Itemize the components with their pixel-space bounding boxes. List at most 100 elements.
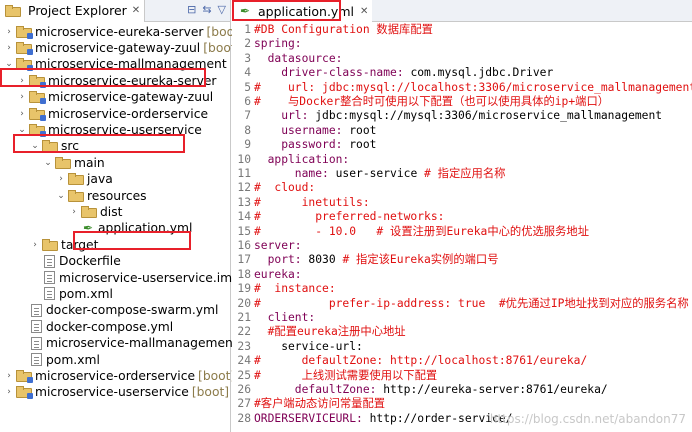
code-line: 5 # url: jdbc:mysql://localhost:3306/micr… <box>232 81 692 95</box>
expand-arrow-icon[interactable]: › <box>4 43 14 53</box>
project-explorer-title: Project Explorer <box>28 3 127 18</box>
tree-item-label: resources <box>87 188 147 203</box>
tree-item[interactable]: › microservice-gateway-zuul <box>17 89 213 106</box>
folder-icon <box>42 238 58 251</box>
line-number: 13 <box>237 195 251 209</box>
code-token: name: <box>254 167 336 180</box>
tree-item[interactable]: docker-compose-swarm.yml <box>17 302 218 319</box>
code-line: 17 port: 8030 # 指定该Eureka实例的端口号 <box>232 253 692 267</box>
line-number: 8 <box>244 123 251 137</box>
code-token: password: <box>254 138 350 152</box>
code-line: 10 application: <box>232 153 692 167</box>
line-number: 11 <box>237 167 251 180</box>
link-editor-icon[interactable]: ⇆ <box>202 3 211 16</box>
code-line: 16 server: <box>232 239 692 253</box>
tree-item[interactable]: ⌄ resources <box>56 187 147 204</box>
line-text: username: root <box>254 124 376 138</box>
collapse-all-icon[interactable]: ⊟ <box>187 3 196 16</box>
code-line: 1 #DB Configuration 数据库配置 <box>232 23 692 37</box>
tree-item[interactable]: › microservice-orderservice [boot] <box>4 367 235 384</box>
tree-item[interactable]: › microservice-orderservice <box>17 105 208 122</box>
tree-item-label: java <box>87 172 113 187</box>
folder-icon <box>55 156 71 169</box>
line-number: 21 <box>237 311 251 324</box>
code-token: jdbc:mysql://mysql:3306/microservice_mal… <box>315 109 663 123</box>
file-icon <box>44 287 55 301</box>
code-token: # instance: <box>254 282 336 296</box>
code-line: 2 spring: <box>232 37 692 51</box>
code-token: 8030 <box>308 253 343 267</box>
line-number: 23 <box>237 339 251 353</box>
file-icon <box>44 254 55 268</box>
boot-badge: [boot] <box>191 385 230 400</box>
code-token: server: <box>254 239 302 252</box>
line-number: 22 <box>237 325 251 339</box>
tree-item-label: pom.xml <box>59 286 113 301</box>
line-text: # - 10.0 # 设置注册到Eureka中心的优选服务地址 <box>254 225 589 239</box>
highlight-editor-tab <box>232 0 341 21</box>
project-folder-icon <box>16 369 33 383</box>
line-number: 7 <box>244 109 251 123</box>
view-menu-icon[interactable]: ▽ <box>218 3 226 16</box>
code-token: # 指定该Eureka实例的端口号 <box>342 253 499 267</box>
project-explorer-panel: Project Explorer ✕ ⊟ ⇆ ▽ › microservice-e… <box>0 0 260 432</box>
code-token: # prefer-ip-address: true #优先通过IP地址找到对应的… <box>254 296 689 310</box>
tree-item[interactable]: ⌄ main <box>43 154 105 171</box>
tree-item[interactable]: › microservice-userservice [boot] <box>4 384 229 401</box>
line-text: service-url: <box>254 340 363 354</box>
line-number: 6 <box>244 95 251 108</box>
code-line: 12 # cloud: <box>232 181 692 195</box>
line-number: 24 <box>237 354 251 368</box>
code-line: 14 # preferred-networks: <box>232 210 692 224</box>
line-text: spring: <box>254 37 302 51</box>
collapse-arrow-icon[interactable]: ⌄ <box>43 158 53 168</box>
code-token: spring: <box>254 37 302 51</box>
project-explorer-tab[interactable]: Project Explorer ✕ <box>0 0 146 22</box>
code-token: # inetutils: <box>254 195 370 209</box>
line-number: 27 <box>237 397 251 411</box>
tree-item[interactable]: pom.xml <box>30 285 113 302</box>
line-number: 5 <box>244 80 251 94</box>
tree-item[interactable]: microservice-mallmanagement.iml <box>17 335 260 352</box>
expand-arrow-icon[interactable]: › <box>30 240 40 250</box>
line-text: application: <box>254 153 350 167</box>
file-icon <box>31 353 42 366</box>
code-line: 4 driver-class-name: com.mysql.jdbc.Driv… <box>232 66 692 80</box>
line-number: 20 <box>237 296 251 310</box>
tree-item[interactable]: docker-compose.yml <box>17 318 173 335</box>
expand-arrow-icon[interactable]: › <box>17 92 27 102</box>
line-text: port: 8030 # 指定该Eureka实例的端口号 <box>254 253 499 267</box>
line-number: 9 <box>244 138 251 152</box>
expand-arrow-icon[interactable]: › <box>17 109 27 119</box>
folder-icon <box>81 205 97 218</box>
tree-item[interactable]: Dockerfile <box>30 253 121 270</box>
tree-item[interactable]: microservice-userservice.iml <box>30 269 236 286</box>
tree-item[interactable]: › java <box>56 171 113 188</box>
expand-arrow-icon[interactable]: › <box>4 27 14 37</box>
tree-item[interactable]: › microservice-gateway-zuul [boot] <box>4 39 241 56</box>
tree-item[interactable]: › dist <box>69 203 122 220</box>
code-token: # preferred-networks: <box>254 210 445 224</box>
tree-item-label: microservice-eureka-server <box>35 24 204 39</box>
code-token: root <box>349 138 377 152</box>
collapse-arrow-icon[interactable]: ⌄ <box>56 191 66 201</box>
line-text: #客户端动态访问常量配置 <box>254 397 385 411</box>
tree-item[interactable]: › microservice-eureka-server [boot] <box>4 23 244 40</box>
line-text: # 与Docker整合时可使用以下配置（也可以使用具体的ip+端口） <box>254 95 609 109</box>
line-text: url: jdbc:mysql://mysql:3306/microservic… <box>254 109 662 123</box>
code-token: # 指定应用名称 <box>424 167 506 180</box>
file-icon <box>31 336 42 350</box>
close-icon[interactable]: ✕ <box>132 5 140 16</box>
file-icon <box>44 271 55 284</box>
expand-arrow-icon[interactable]: › <box>4 387 14 397</box>
close-icon[interactable]: ✕ <box>360 6 368 17</box>
line-text: # 上线测试需要使用以下配置 <box>254 369 437 383</box>
expand-arrow-icon[interactable]: › <box>56 174 66 184</box>
tree-item[interactable]: pom.xml <box>17 351 100 368</box>
expand-arrow-icon[interactable]: › <box>4 371 14 381</box>
expand-arrow-icon[interactable]: › <box>69 207 79 217</box>
tree-item-label: docker-compose-swarm.yml <box>46 303 219 318</box>
code-line: 15 # - 10.0 # 设置注册到Eureka中心的优选服务地址 <box>232 225 692 239</box>
tree-item-label: pom.xml <box>46 352 100 367</box>
tree-item-label: microservice-gateway-zuul <box>35 40 201 55</box>
